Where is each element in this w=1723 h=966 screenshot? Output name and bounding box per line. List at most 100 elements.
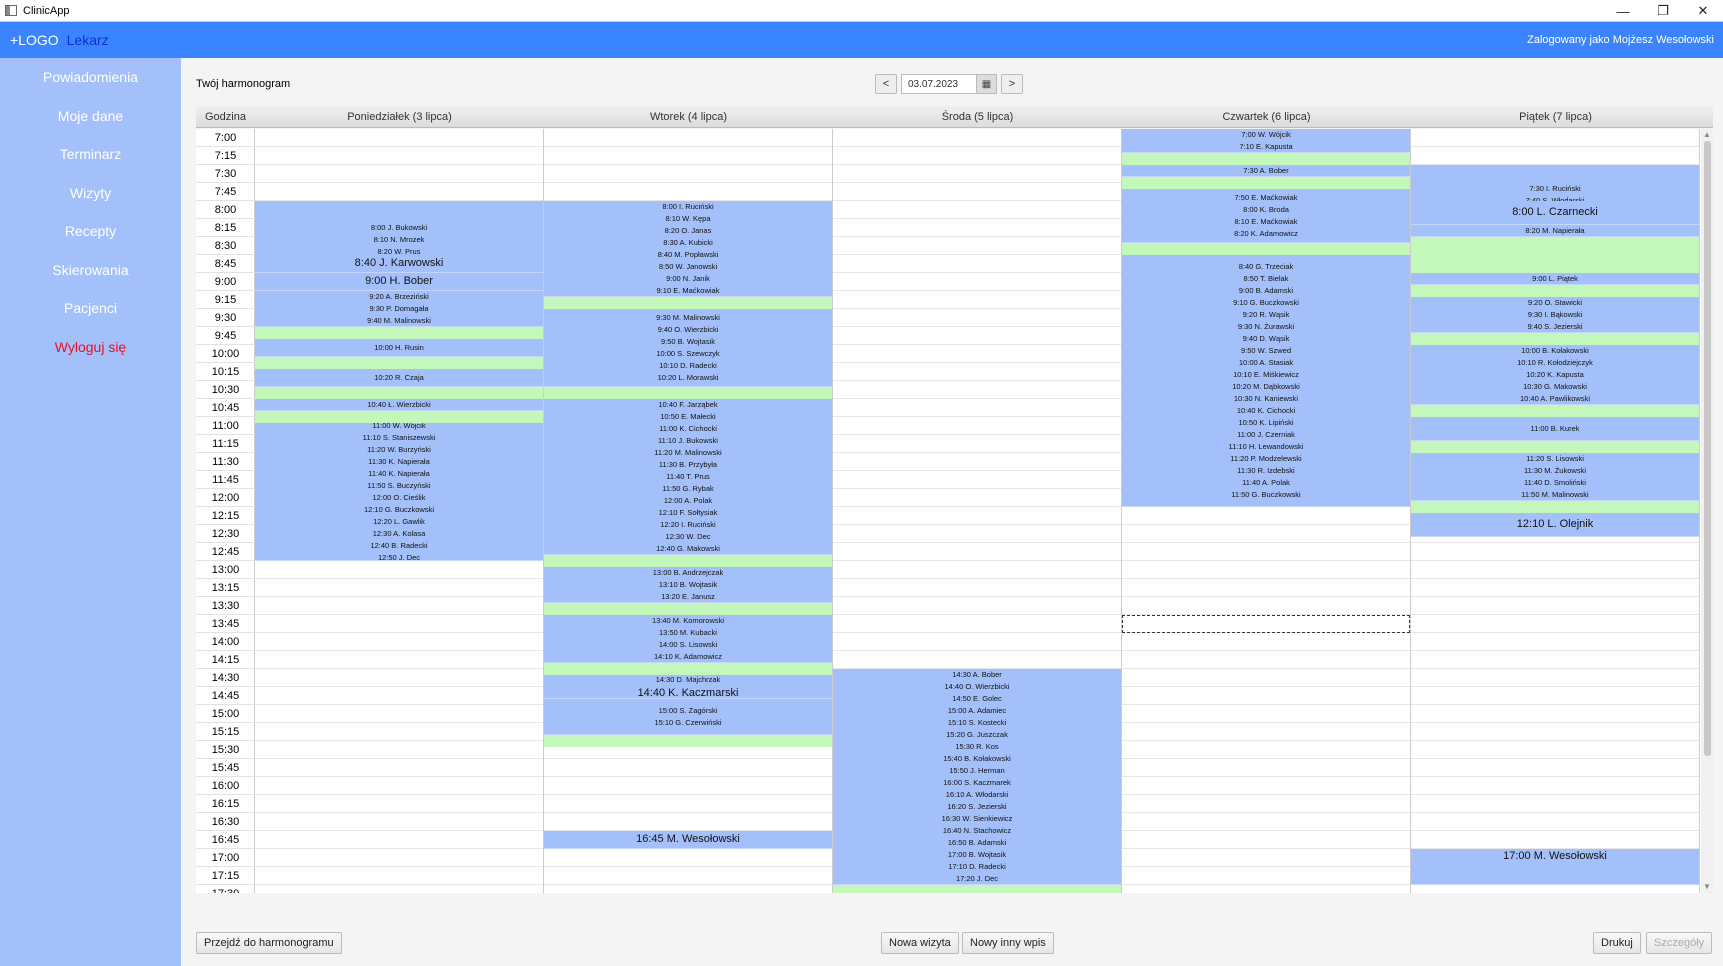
appointment-entry[interactable]: 10:20 R. Czaja xyxy=(255,372,543,384)
time-slot-cell[interactable] xyxy=(1122,723,1410,741)
sidebar-item-my-data[interactable]: Moje dane xyxy=(0,97,181,136)
appointment-entry[interactable]: 10:40 A. Pawlikowski xyxy=(1411,393,1699,405)
time-slot-cell[interactable] xyxy=(1411,615,1699,633)
appointment-entry[interactable]: 9:00 H. Bober xyxy=(255,274,543,289)
appointment-entry[interactable]: 9:30 P. Domagała xyxy=(255,303,543,315)
time-slot-cell[interactable] xyxy=(1122,831,1410,849)
appointment-entry[interactable]: 9:30 I. Bąkowski xyxy=(1411,309,1699,321)
appointment-entry[interactable]: 14:30 A. Bober xyxy=(833,669,1121,681)
appointment-entry[interactable]: 9:50 B. Wojtasik xyxy=(544,336,832,348)
appointment-entry[interactable]: 8:40 G. Trzeciak xyxy=(1122,261,1410,273)
break-slot[interactable] xyxy=(255,411,543,423)
appointment-entry[interactable]: 8:10 W. Kępa xyxy=(544,213,832,225)
time-slot-cell[interactable] xyxy=(833,435,1121,453)
appointment-entry[interactable]: 8:20 M. Napierała xyxy=(1411,225,1699,236)
appointment-entry[interactable]: 14:30 D. Majchrzak xyxy=(544,675,832,686)
appointment-entry[interactable]: 10:10 D. Radecki xyxy=(544,360,832,372)
time-slot-cell[interactable] xyxy=(255,669,543,687)
time-slot-cell[interactable] xyxy=(544,759,832,777)
appointment-block[interactable]: 7:50 E. Maćkowiak 8:00 K. Broda 8:10 E. Ma… xyxy=(1122,189,1410,243)
appointment-entry[interactable]: 8:50 T. Bielak xyxy=(1122,273,1410,285)
appointment-entry[interactable]: 11:20 M. Malinowski xyxy=(544,447,832,459)
appointment-entry[interactable]: 16:20 S. Jezierski xyxy=(833,801,1121,813)
scroll-down-icon[interactable]: ▼ xyxy=(1701,881,1713,893)
time-slot-cell[interactable] xyxy=(1411,795,1699,813)
appointment-entry[interactable]: 8:00 I. Ruciński xyxy=(544,201,832,213)
appointment-block[interactable]: 17:00 M. Wesołowski xyxy=(1411,849,1699,885)
appointment-block[interactable]: 13:00 B. Andrzejczak 13:10 B. Wojtasik 13:… xyxy=(544,567,832,603)
break-slot[interactable] xyxy=(1411,405,1699,417)
appointment-entry[interactable]: 12:00 O. Cieślik xyxy=(255,492,543,504)
appointment-entry[interactable]: 16:40 N. Stachowicz xyxy=(833,825,1121,837)
appointment-entry[interactable]: 14:50 E. Golec xyxy=(833,693,1121,705)
appointment-entry[interactable]: 15:50 J. Herman xyxy=(833,765,1121,777)
appointment-entry[interactable]: 9:00 B. Adamski xyxy=(1122,285,1410,297)
time-slot-cell[interactable] xyxy=(833,399,1121,417)
time-slot-cell[interactable] xyxy=(544,129,832,147)
appointment-entry[interactable]: 10:40 K. Cichocki xyxy=(1122,405,1410,417)
sidebar-item-schedule[interactable]: Terminarz xyxy=(0,135,181,174)
appointment-block[interactable]: 9:20 A. Brzeziński 9:30 P. Domagała 9:40 M… xyxy=(255,291,543,327)
appointment-entry[interactable]: 9:10 G. Buczkowski xyxy=(1122,297,1410,309)
sidebar-item-visits[interactable]: Wizyty xyxy=(0,174,181,213)
time-slot-cell[interactable] xyxy=(1122,651,1410,669)
appointment-entry[interactable]: 10:30 N. Kaniewski xyxy=(1122,393,1410,405)
appointment-entry[interactable]: 14:10 K. Adamowicz xyxy=(544,651,832,663)
appointment-entry[interactable]: 9:30 M. Malinowski xyxy=(544,312,832,324)
time-slot-cell[interactable] xyxy=(833,327,1121,345)
appointment-entry[interactable]: 9:50 W. Szwed xyxy=(1122,345,1410,357)
appointment-entry[interactable]: 7:30 A. Bober xyxy=(1122,165,1410,176)
appointment-entry[interactable]: 9:30 N. Żurawski xyxy=(1122,321,1410,333)
time-slot-cell[interactable] xyxy=(1411,651,1699,669)
break-slot[interactable] xyxy=(255,357,543,369)
appointment-entry[interactable]: 17:20 J. Dec xyxy=(833,873,1121,885)
time-slot-cell[interactable] xyxy=(1411,543,1699,561)
close-button[interactable]: ✕ xyxy=(1683,0,1723,22)
appointment-entry[interactable]: 9:00 L. Piątek xyxy=(1411,273,1699,284)
appointment-block[interactable]: 9:00 H. Bober xyxy=(255,273,543,291)
appointment-entry[interactable]: 16:50 B. Adamski xyxy=(833,837,1121,849)
scrollbar-thumb[interactable] xyxy=(1704,141,1711,756)
maximize-button[interactable]: ❐ xyxy=(1643,0,1683,22)
appointment-entry[interactable]: 9:40 M. Malinowski xyxy=(255,315,543,327)
time-slot-cell[interactable] xyxy=(255,885,543,893)
logout-link[interactable]: Wyloguj się xyxy=(0,328,181,367)
time-slot-cell[interactable] xyxy=(255,561,543,579)
appointment-entry[interactable]: 7:00 W. Wójcik xyxy=(1122,129,1410,141)
break-slot[interactable] xyxy=(1411,237,1699,273)
time-slot-cell[interactable] xyxy=(544,885,832,893)
appointment-entry[interactable]: 10:10 R. Kołodziejczyk xyxy=(1411,357,1699,369)
time-slot-cell[interactable] xyxy=(833,507,1121,525)
time-slot-cell[interactable] xyxy=(544,147,832,165)
break-slot[interactable] xyxy=(833,885,1121,893)
sidebar-item-notifications[interactable]: Powiadomienia xyxy=(0,58,181,97)
time-slot-cell[interactable] xyxy=(833,471,1121,489)
time-slot-cell[interactable] xyxy=(255,129,543,147)
appointment-entry[interactable]: 11:00 B. Kurek xyxy=(1411,423,1699,435)
appointment-block[interactable]: 13:40 M. Komorowski 13:50 M. Kubacki 14:00… xyxy=(544,615,832,663)
time-slot-cell[interactable] xyxy=(255,795,543,813)
sidebar-item-prescriptions[interactable]: Recepty xyxy=(0,212,181,251)
time-slot-cell[interactable] xyxy=(544,795,832,813)
appointment-entry[interactable]: 10:40 Ł. Wierzbicki xyxy=(255,399,543,410)
day-column-header[interactable]: Czwartek (6 lipca) xyxy=(1122,106,1411,127)
time-slot-cell[interactable] xyxy=(255,165,543,183)
sidebar-item-referrals[interactable]: Skierowania xyxy=(0,251,181,290)
time-slot-cell[interactable] xyxy=(255,867,543,885)
scroll-up-icon[interactable]: ▲ xyxy=(1701,129,1713,141)
time-slot-cell[interactable] xyxy=(1411,147,1699,165)
vertical-scrollbar[interactable]: ▲ ▼ xyxy=(1701,129,1713,893)
time-slot-cell[interactable] xyxy=(1122,885,1410,893)
go-to-schedule-button[interactable]: Przejdź do harmonogramu xyxy=(196,932,342,954)
appointment-entry[interactable]: 14:40 K. Kaczmarski xyxy=(544,686,832,699)
break-slot[interactable] xyxy=(1411,441,1699,453)
time-slot-cell[interactable] xyxy=(833,219,1121,237)
appointment-entry[interactable]: 10:30 G. Makowski xyxy=(1411,381,1699,393)
time-slot-cell[interactable] xyxy=(833,309,1121,327)
appointment-block[interactable]: 8:00 L. Czarnecki xyxy=(1411,201,1699,225)
appointment-entry[interactable]: 12:10 G. Buczkowski xyxy=(255,504,543,516)
time-slot-cell[interactable] xyxy=(1122,543,1410,561)
appointment-entry[interactable]: 11:00 W. Wójcik xyxy=(255,423,543,432)
time-slot-cell[interactable] xyxy=(833,489,1121,507)
sidebar-item-patients[interactable]: Pacjenci xyxy=(0,289,181,328)
